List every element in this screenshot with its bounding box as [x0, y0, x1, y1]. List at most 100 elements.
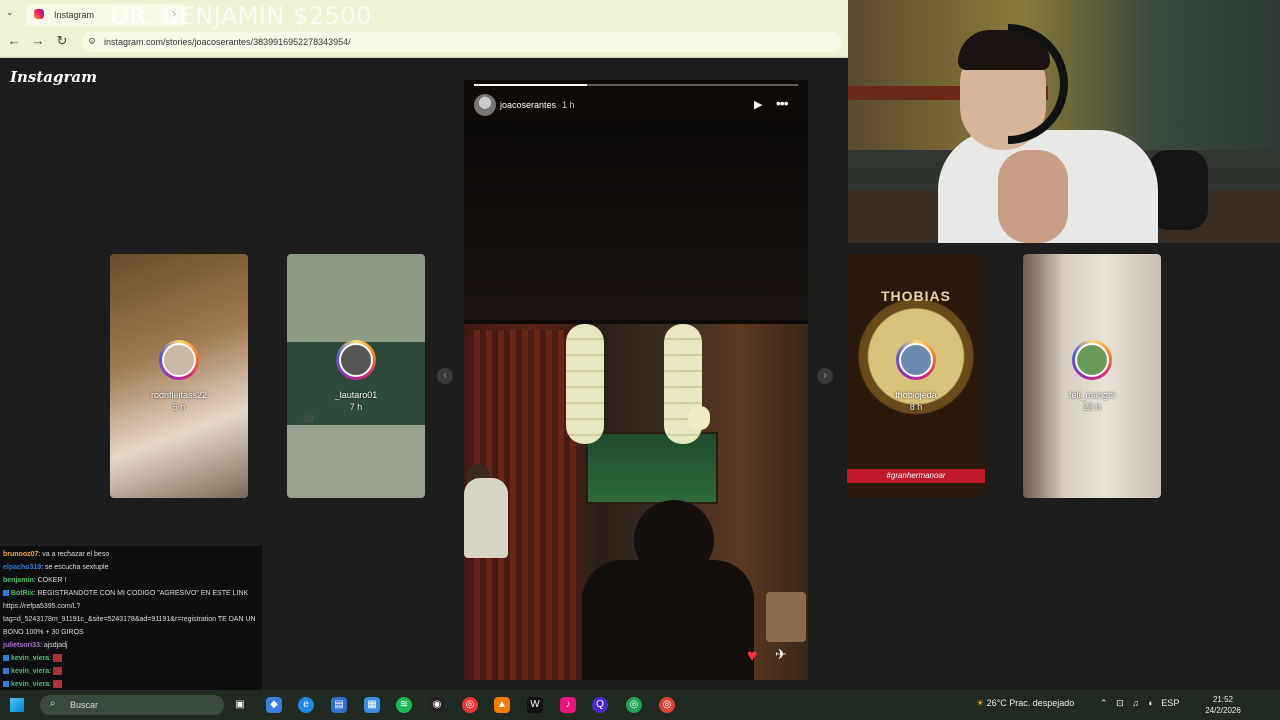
obs-icon[interactable]: ◉	[429, 697, 445, 713]
instagram-logo[interactable]: Instagram	[10, 68, 97, 86]
like-heart-icon[interactable]: ♥	[747, 646, 757, 666]
navigation-bar: ← → ↻ ⚙ instagram.com/stories/joacoseran…	[0, 30, 848, 54]
edge-icon[interactable]: e	[298, 697, 314, 713]
chat-message: BotRix: REGISTRANDOTE CON MI CODIGO "AGR…	[3, 587, 259, 600]
avatar	[896, 340, 936, 380]
chat-username[interactable]: kevin_viera	[11, 655, 49, 662]
chat-message: brunooz07: va a rechazar el beso	[3, 548, 259, 561]
windows-start-icon[interactable]	[10, 698, 24, 712]
chrome-profile-icon[interactable]: ◎	[626, 697, 642, 713]
story-preview-rodrifleitass22[interactable]: rodrifleitass22 5 h	[110, 254, 248, 498]
forward-icon[interactable]: →	[30, 33, 46, 48]
network-icon[interactable]: ⊡	[1116, 698, 1124, 708]
windows-taskbar: ⌕ Buscar ▣ ◆ e ▤ ▦ ≋ ◉ ◎ ▲ W ♪ Q ◎ ◎ ☀ 2…	[0, 690, 1280, 720]
chat-username[interactable]: brunooz07	[3, 551, 38, 558]
chat-badge-icon	[3, 590, 9, 597]
avatar-image	[899, 343, 933, 377]
right-stories-area: THOBIAS thobiojeda 8 h #granhermanoar fe…	[847, 243, 1280, 688]
system-tray[interactable]: ⌃ ⊡ ♫ ◖ ESP	[1100, 698, 1179, 709]
chat-message: kevin_viera:	[3, 665, 259, 678]
avatar	[336, 340, 376, 380]
story-time: 5 h	[172, 402, 186, 412]
chrome-active-icon[interactable]: ◎	[659, 697, 675, 713]
story-time: 23 h	[1083, 402, 1101, 412]
address-bar[interactable]: ⚙ instagram.com/stories/joacoserantes/38…	[82, 32, 842, 52]
avatar	[1072, 340, 1112, 380]
story-username: thobiojeda	[895, 390, 937, 400]
chat-text: : REGISTRANDOTE CON MI CODIGO "AGRESIVO"…	[33, 590, 249, 597]
story-preview-feli-manghi[interactable]: feli_manghi 23 h	[1023, 254, 1161, 498]
story-preview-lautaro01[interactable]: _lautaro01 7 h 24	[287, 254, 425, 498]
task-view-icon[interactable]: ▣	[232, 697, 248, 713]
chat-emote-icon	[53, 667, 63, 676]
browser-window: ⌄ Instagram › OR: BENJAMIN $2500 ← → ↻ ⚙…	[0, 0, 848, 58]
next-story-button[interactable]: ›	[817, 368, 833, 384]
chat-message: julietsori33: ajsdjadj	[3, 639, 259, 652]
chat-badge-icon	[3, 668, 9, 675]
chat-message: https://refpa5395.com/L?	[3, 600, 259, 613]
story-image-lamp	[688, 406, 710, 430]
chrome-icon[interactable]: ◎	[462, 697, 478, 713]
back-icon[interactable]: ←	[6, 33, 22, 48]
volume-icon[interactable]: ◖	[1147, 698, 1152, 708]
chat-message: benjamin: COKER !	[3, 574, 259, 587]
reload-icon[interactable]: ↻	[54, 33, 70, 49]
tab-menu-icon[interactable]: ⌄	[6, 7, 14, 18]
copilot-icon[interactable]: ◆	[266, 697, 282, 713]
app-icon[interactable]: ▲	[494, 697, 510, 713]
app-w-icon[interactable]: W	[527, 697, 543, 713]
chat-text: https://refpa5395.com/L?	[3, 603, 81, 610]
chat-message: kevin_viera:	[3, 678, 259, 690]
story-preview-thobiojeda[interactable]: THOBIAS thobiojeda 8 h #granhermanoar	[847, 254, 985, 498]
chevron-up-icon[interactable]: ⌃	[1100, 698, 1108, 708]
chat-username[interactable]: kevin_viera	[11, 668, 49, 675]
spotify-icon[interactable]: ≋	[396, 697, 412, 713]
story-username[interactable]: joacoserantes	[500, 100, 556, 110]
site-info-icon[interactable]: ⚙	[88, 36, 96, 47]
tab-title: Instagram	[54, 10, 95, 20]
chat-message: BONO 100% + 30 GIROS	[3, 626, 259, 639]
chat-badge-icon	[3, 655, 9, 662]
story-time: 7 h	[349, 402, 363, 412]
chat-username[interactable]: benjamin	[3, 577, 34, 584]
weather-widget[interactable]: ☀ 26°C Prac. despejado	[976, 698, 1074, 709]
microphone-tray-icon[interactable]: ♫	[1132, 698, 1139, 708]
chat-message: tag=d_5243178m_91191c_&site=5243178&ad=9…	[3, 613, 259, 626]
folder-icon[interactable]: ▦	[364, 697, 380, 713]
story-progress-fill	[474, 84, 588, 86]
chat-text: : COKER !	[33, 577, 67, 584]
store-icon[interactable]: ▤	[331, 697, 347, 713]
previous-story-button[interactable]: ‹	[437, 368, 453, 384]
story-image-object	[766, 592, 806, 642]
story-banner: THOBIAS	[881, 288, 951, 304]
stream-chat: brunooz07: va a rechazar el beso elpacho3…	[0, 546, 262, 690]
chat-message: elpacho319: se escucha sextuple	[3, 561, 259, 574]
clock-date: 24/2/2026	[1205, 706, 1241, 715]
play-icon[interactable]: ▶	[754, 98, 762, 111]
taskbar-search[interactable]: ⌕ Buscar	[40, 695, 224, 715]
app-q-icon[interactable]: Q	[592, 697, 608, 713]
avatar[interactable]	[474, 94, 496, 116]
chat-text: : se escucha sextuple	[41, 564, 109, 571]
chat-username[interactable]: kevin_viera	[11, 681, 49, 688]
language-indicator[interactable]: ESP	[1161, 698, 1179, 708]
story-image-person	[634, 500, 714, 580]
chat-text: : va a rechazar el beso	[38, 551, 110, 558]
chat-emote-icon	[53, 680, 63, 689]
chat-message: kevin_viera:	[3, 652, 259, 665]
weather-text: 26°C Prac. despejado	[986, 698, 1075, 708]
avatar-image	[162, 343, 196, 377]
more-options-icon[interactable]: •••	[776, 95, 789, 111]
webcam-person-arm	[998, 150, 1068, 243]
tiktok-icon[interactable]: ♪	[560, 697, 576, 713]
streamer-webcam	[848, 0, 1280, 243]
chat-text: :	[49, 681, 52, 688]
chat-text: :	[49, 668, 52, 675]
chat-username[interactable]: elpacho319	[3, 564, 41, 571]
chat-username[interactable]: BotRix	[11, 590, 34, 597]
url-text: instagram.com/stories/joacoserantes/3839…	[104, 37, 351, 47]
share-icon[interactable]: ✈	[775, 646, 787, 663]
clock[interactable]: 21:52 24/2/2026	[1198, 694, 1248, 716]
story-time: 1 h	[562, 100, 575, 110]
chat-username[interactable]: julietsori33	[3, 642, 40, 649]
